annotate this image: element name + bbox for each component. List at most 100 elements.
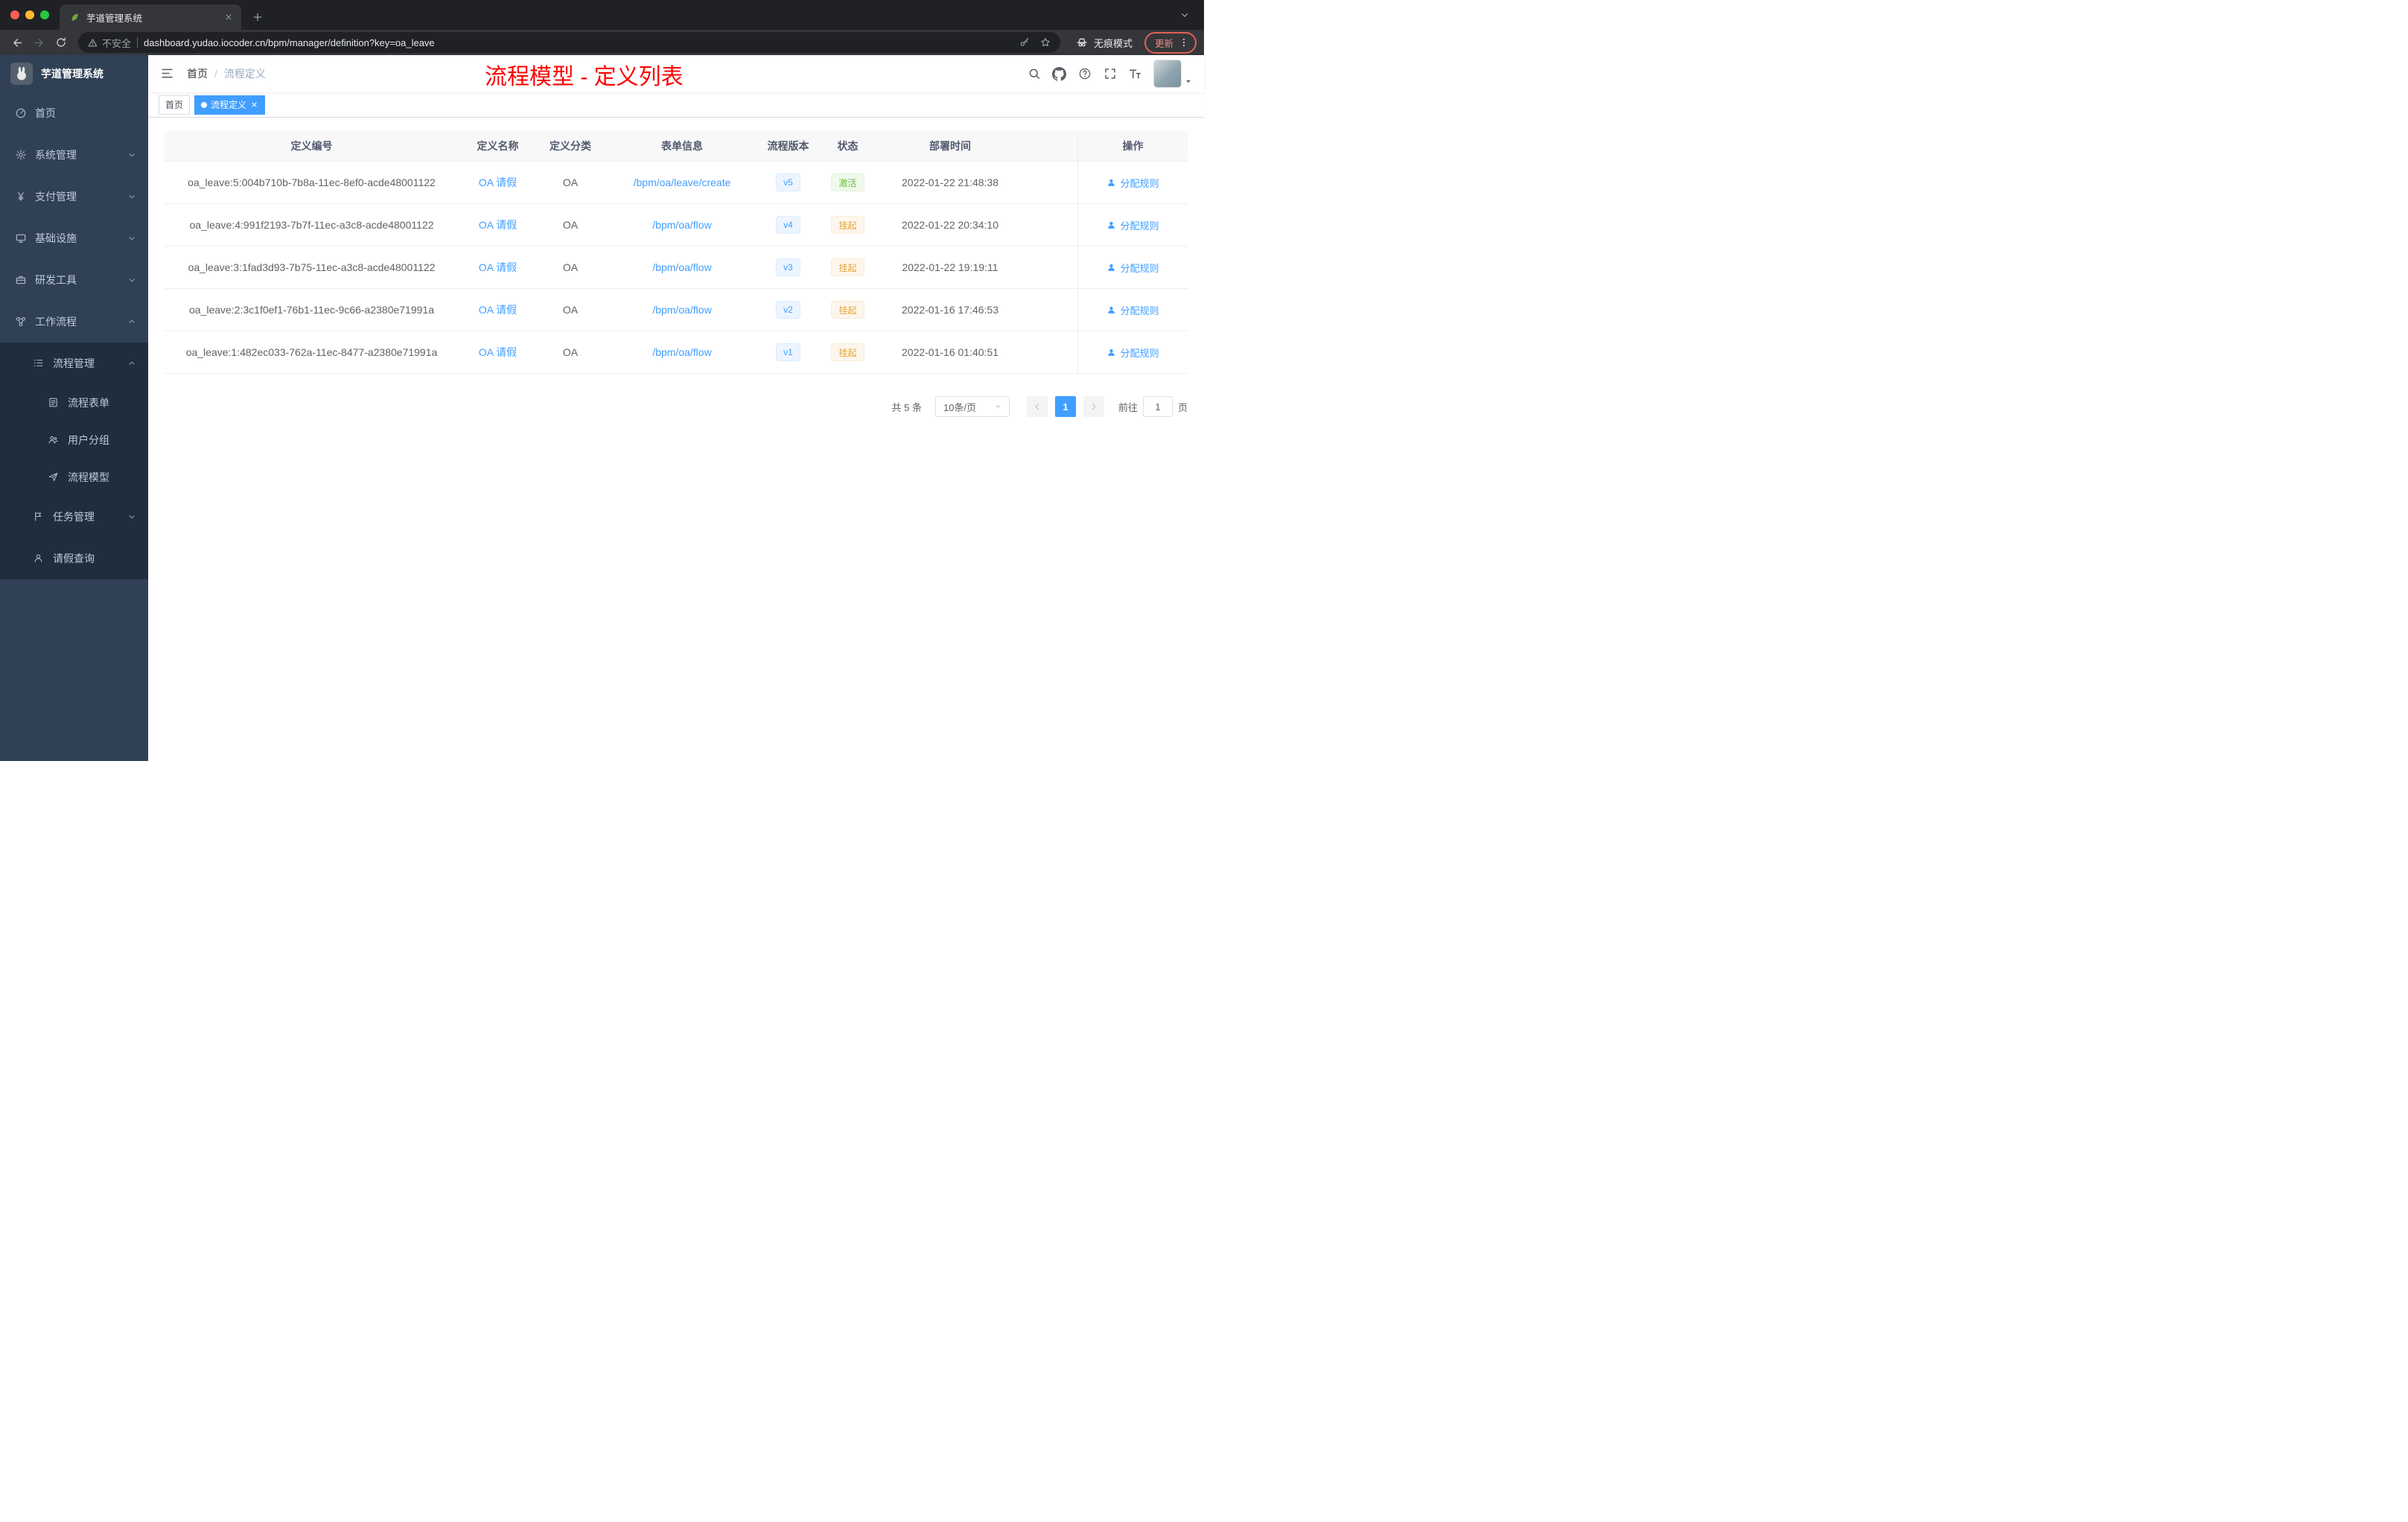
tag-label: 流程定义 [211, 100, 247, 110]
form-info-link[interactable]: /bpm/oa/flow [652, 346, 711, 358]
tags-view: 首页 流程定义 [148, 92, 1204, 118]
definition-name-link[interactable]: OA 请假 [479, 217, 517, 232]
help-icon[interactable] [1077, 67, 1092, 81]
sidebar-item-dev-tools[interactable]: 研发工具 [0, 259, 148, 301]
tag-close-icon[interactable] [250, 101, 258, 109]
sidebar-item-workflow[interactable]: 工作流程 [0, 301, 148, 343]
font-size-icon[interactable] [1128, 67, 1142, 81]
column-header-actions: 操作 [1077, 131, 1188, 161]
tab-close-icon[interactable] [222, 10, 235, 24]
table-row: oa_leave:3:1fad3d93-7b75-11ec-a3c8-acde4… [165, 246, 1188, 289]
form-info-link[interactable]: /bpm/oa/flow [652, 304, 711, 316]
sidebar-item-infrastructure[interactable]: 基础设施 [0, 217, 148, 259]
sidebar-item-process-form[interactable]: 流程表单 [0, 384, 148, 421]
table-row: oa_leave:4:991f2193-7b7f-11ec-a3c8-acde4… [165, 204, 1188, 246]
form-info-link[interactable]: /bpm/oa/flow [652, 219, 711, 231]
form-info-link[interactable]: /bpm/oa/flow [652, 261, 711, 273]
tab-search-icon[interactable] [1177, 7, 1192, 22]
assign-rule-link[interactable]: 分配规则 [1106, 303, 1159, 317]
sidebar-item-system[interactable]: 系统管理 [0, 134, 148, 176]
bookmark-star-icon[interactable] [1039, 36, 1051, 48]
page-size-select[interactable]: 10条/页 [934, 396, 1010, 417]
browser-menu-icon[interactable] [1179, 37, 1189, 48]
goto-page-input[interactable] [1142, 396, 1173, 417]
browser-toolbar: 不安全 dashboard.yudao.iocoder.cn/bpm/manag… [0, 30, 1204, 55]
assign-rule-link[interactable]: 分配规则 [1106, 346, 1159, 360]
version-badge: v3 [776, 258, 800, 276]
sidebar-item-home[interactable]: 首页 [0, 92, 148, 134]
next-page-button[interactable] [1083, 396, 1104, 417]
saved-password-key-icon[interactable] [1019, 36, 1031, 48]
page-number-button[interactable]: 1 [1054, 396, 1076, 417]
goto-label: 前往 [1118, 401, 1138, 413]
table-row: oa_leave:1:482ec033-762a-11ec-8477-a2380… [165, 331, 1188, 374]
chevron-down-icon [127, 192, 136, 201]
deploy-time: 2022-01-16 17:46:53 [902, 304, 998, 316]
warning-icon [88, 38, 98, 46]
sidebar-item-label: 流程表单 [68, 397, 109, 409]
annotation-title: 流程模型 - 定义列表 [485, 65, 684, 89]
zoom-window-button[interactable] [40, 10, 49, 19]
yen-icon [15, 191, 27, 203]
omnibox-divider [137, 37, 138, 48]
assign-rule-link[interactable]: 分配规则 [1106, 218, 1159, 232]
version-badge: v5 [776, 173, 800, 191]
form-info-link[interactable]: /bpm/oa/leave/create [634, 176, 731, 188]
definition-id: oa_leave:4:991f2193-7b7f-11ec-a3c8-acde4… [189, 219, 434, 231]
column-header-definition-id: 定义编号 [290, 140, 333, 152]
definition-category: OA [562, 261, 579, 273]
reload-button[interactable] [51, 33, 71, 53]
github-icon[interactable] [1052, 66, 1066, 81]
definition-name-link[interactable]: OA 请假 [479, 260, 517, 275]
breadcrumb-home[interactable]: 首页 [187, 66, 208, 81]
prev-page-button[interactable] [1026, 396, 1048, 417]
address-bar[interactable]: 不安全 dashboard.yudao.iocoder.cn/bpm/manag… [78, 32, 1060, 53]
user-icon [1108, 179, 1115, 186]
new-tab-button[interactable] [247, 7, 268, 28]
incognito-icon [1077, 38, 1087, 47]
pagination: 共 5 条 10条/页 1 前往 页 [165, 396, 1188, 417]
monitor-icon [15, 232, 27, 244]
definition-id: oa_leave:2:3c1f0ef1-76b1-11ec-9c66-a2380… [188, 304, 434, 316]
sidebar-item-label: 基础设施 [35, 232, 77, 244]
incognito-label: 无痕模式 [1093, 37, 1133, 49]
chevron-down-icon [127, 276, 136, 284]
sidebar-item-process-model[interactable]: 流程模型 [0, 459, 148, 496]
minimize-window-button[interactable] [25, 10, 34, 19]
chevron-down-icon [127, 512, 136, 521]
column-header-process-version: 流程版本 [767, 140, 809, 152]
tag-home[interactable]: 首页 [159, 95, 191, 115]
forward-button[interactable] [29, 33, 49, 53]
assign-rule-link[interactable]: 分配规则 [1106, 176, 1159, 190]
close-window-button[interactable] [10, 10, 19, 19]
tab-strip: 芋道管理系统 [0, 0, 1204, 30]
url-text[interactable]: dashboard.yudao.iocoder.cn/bpm/manager/d… [144, 37, 1013, 48]
fullscreen-icon[interactable] [1103, 67, 1117, 81]
tab-title: 芋道管理系统 [86, 13, 143, 24]
deploy-time: 2022-01-22 20:34:10 [902, 219, 998, 231]
chrome-update-chip[interactable]: 更新 [1144, 31, 1197, 54]
sidebar-item-leave-query[interactable]: 请假查询 [0, 538, 148, 579]
caret-down-icon [1185, 77, 1192, 85]
sidebar-item-task-management[interactable]: 任务管理 [0, 496, 148, 538]
user-menu[interactable] [1153, 60, 1192, 88]
definition-name-link[interactable]: OA 请假 [479, 302, 517, 317]
update-label: 更新 [1154, 38, 1173, 49]
security-chip[interactable]: 不安全 [87, 36, 131, 50]
breadcrumb-separator: / [214, 68, 217, 80]
search-icon[interactable] [1027, 67, 1041, 81]
sidebar-item-user-group[interactable]: 用户分组 [0, 421, 148, 459]
sidebar-item-payment[interactable]: 支付管理 [0, 176, 148, 217]
tag-process-definition[interactable]: 流程定义 [194, 95, 266, 115]
app-title: 芋道管理系统 [41, 68, 103, 80]
assign-rule-link[interactable]: 分配规则 [1106, 261, 1159, 275]
definition-name-link[interactable]: OA 请假 [479, 345, 517, 360]
sidebar-item-process-management[interactable]: 流程管理 [0, 343, 148, 384]
browser-tab[interactable]: 芋道管理系统 [60, 4, 241, 30]
avatar[interactable] [1153, 60, 1182, 88]
back-button[interactable] [7, 33, 28, 53]
hamburger-icon[interactable] [160, 66, 175, 81]
sidebar: 芋道管理系统 首页 系统管理 支付管理 基础设施 研发工具 工作流程 流程管理 … [0, 55, 148, 761]
definition-name-link[interactable]: OA 请假 [479, 175, 517, 190]
sidebar-logo[interactable]: 芋道管理系统 [0, 55, 148, 92]
